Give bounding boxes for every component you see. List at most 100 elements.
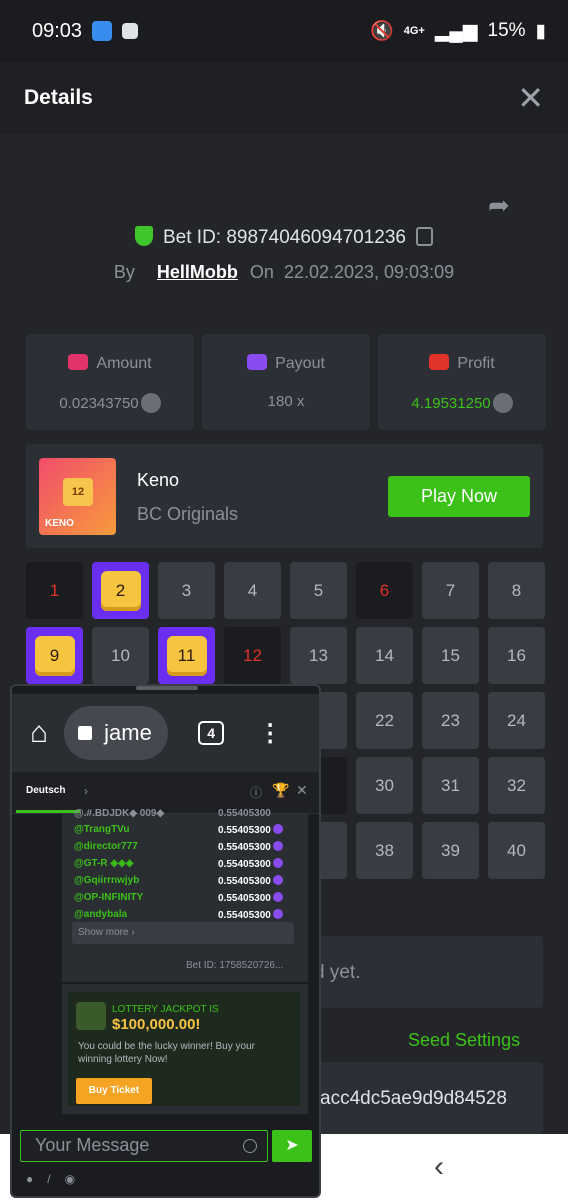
close-icon[interactable]: ✕ xyxy=(517,82,544,114)
keno-cell: 38 xyxy=(356,822,413,879)
leaderboard-bet-id[interactable]: Bet ID: 1758520726... xyxy=(186,960,283,971)
keno-cell: 30 xyxy=(356,757,413,814)
trophy-icon[interactable]: 🏆 xyxy=(272,782,289,799)
details-header: Details ✕ xyxy=(0,62,568,134)
play-now-button[interactable]: Play Now xyxy=(388,476,530,517)
keno-cell: 13 xyxy=(290,627,347,684)
signal-icon: ▂▄▆ xyxy=(434,20,478,42)
chat-tools: ●/◉ xyxy=(26,1172,89,1186)
profit-icon xyxy=(429,354,450,370)
list-item: @GT-R ◈◈◈ 0.55405300 xyxy=(74,858,283,870)
list-item: @Gqiirrnwjyb 0.55405300 xyxy=(74,875,283,887)
server-seed-hash: acc4dc5ae9d9d84528 xyxy=(300,1062,543,1134)
keno-cell: 8 xyxy=(488,562,545,619)
popup-drag-handle[interactable] xyxy=(136,686,198,690)
keno-cell-hit: 11 xyxy=(158,627,215,684)
chevron-right-icon[interactable]: › xyxy=(84,784,88,798)
seed-settings-link[interactable]: Seed Settings xyxy=(408,1030,520,1051)
coin-icon[interactable]: ◉ xyxy=(65,1172,89,1186)
amount-icon xyxy=(68,354,89,370)
show-more-button[interactable]: Show more › xyxy=(72,922,294,944)
copy-icon[interactable] xyxy=(416,227,433,246)
list-item: @TrangTVu 0.55405300 xyxy=(74,824,283,836)
active-tab-underline xyxy=(16,810,80,813)
status-bar: 09:03 🔇 4G+ ▂▄▆ 15% ▮ xyxy=(0,0,568,62)
list-item: @director777 0.55405300 xyxy=(74,841,283,853)
address-bar[interactable]: jame xyxy=(64,706,169,760)
list-item: @OP-INFINITY 0.55405300 xyxy=(74,892,283,904)
keno-cell: 16 xyxy=(488,627,545,684)
message-input[interactable]: Your Message xyxy=(20,1130,268,1162)
payout-icon xyxy=(247,354,268,370)
lottery-banner: LOTTERY JACKPOT IS $100,000.00! You coul… xyxy=(68,992,300,1106)
keno-cell: 12 xyxy=(224,627,281,684)
browser-toolbar: ⌂ jame 4 ⋮ xyxy=(12,694,319,772)
tab-deutsch[interactable]: Deutsch xyxy=(26,785,65,796)
keno-cell: 32 xyxy=(488,757,545,814)
keno-cell: 22 xyxy=(356,692,413,749)
keno-cell: 23 xyxy=(422,692,479,749)
send-icon[interactable]: ➤ xyxy=(272,1130,312,1162)
back-icon[interactable]: ‹ xyxy=(434,1150,444,1184)
profit-label: Profit xyxy=(457,355,495,372)
bet-id-row: Bet ID: 89874046094701236 xyxy=(0,226,568,249)
coin-icon xyxy=(492,393,513,413)
lottery-card: LOTTERY JACKPOT IS $100,000.00! You coul… xyxy=(62,984,308,1114)
slash-icon[interactable]: / xyxy=(47,1172,64,1186)
coin-icon xyxy=(140,393,161,413)
amount-value: 0.02343750 xyxy=(59,395,139,412)
keno-cell: 7 xyxy=(422,562,479,619)
chat-tabs: Deutsch › ⓘ 🏆 ✕ xyxy=(12,772,319,814)
info-icon[interactable]: ⓘ xyxy=(250,784,262,801)
lottery-title: LOTTERY JACKPOT IS xyxy=(112,1004,219,1015)
status-time: 09:03 xyxy=(32,19,83,42)
game-provider: BC Originals xyxy=(137,504,239,524)
keno-cell: 14 xyxy=(356,627,413,684)
keno-thumbnail[interactable]: 12 KENO xyxy=(39,458,116,535)
drop-icon[interactable]: ● xyxy=(26,1172,47,1186)
payout-label: Payout xyxy=(275,355,325,372)
keno-cell-hit: 2 xyxy=(92,562,149,619)
list-item: @andybala 0.55405300 xyxy=(74,909,283,921)
game-card: 12 KENO Keno BC Originals Play Now xyxy=(26,444,543,548)
keno-cell: 1 xyxy=(26,562,83,619)
username-link[interactable]: HellMobb xyxy=(157,262,238,282)
keno-cell: 3 xyxy=(158,562,215,619)
verified-shield-icon xyxy=(135,226,153,246)
cloud-app-icon xyxy=(92,21,113,41)
bet-id: Bet ID: 89874046094701236 xyxy=(163,227,406,248)
keno-cell: 15 xyxy=(422,627,479,684)
keno-cell: 10 xyxy=(92,627,149,684)
game-name: Keno xyxy=(137,470,180,490)
battery-text: 15% xyxy=(487,20,526,41)
browser-popup-window: ⌂ jame 4 ⋮ Deutsch › ⓘ 🏆 ✕ @.#.BDJDK◆ 00… xyxy=(10,684,321,1198)
page-title: Details xyxy=(24,86,93,109)
more-menu-icon[interactable]: ⋮ xyxy=(258,719,282,748)
emoji-icon[interactable] xyxy=(243,1139,257,1153)
network-type: 4G+ xyxy=(403,25,425,37)
thumb-label: KENO xyxy=(45,518,74,529)
leaderboard-card: @.#.BDJDK◆ 009◆ 0.55405300 @TrangTVu 0.554… xyxy=(62,808,308,982)
keno-cell-hit: 9 xyxy=(26,627,83,684)
payout-card: Payout 180 x xyxy=(202,334,370,430)
notification-icon xyxy=(122,23,139,39)
profit-card: Profit 4.19531250 xyxy=(378,334,546,430)
keno-cell: 4 xyxy=(224,562,281,619)
amount-card: Amount 0.02343750 xyxy=(26,334,194,430)
profit-value: 4.19531250 xyxy=(411,395,491,412)
list-item: @.#.BDJDK◆ 009◆ 0.55405300 xyxy=(74,808,271,819)
battery-icon: ▮ xyxy=(535,20,546,42)
lottery-amount: $100,000.00! xyxy=(112,1016,201,1033)
gift-icon xyxy=(76,1002,106,1030)
amount-label: Amount xyxy=(96,355,152,372)
close-icon[interactable]: ✕ xyxy=(296,782,308,799)
tab-count[interactable]: 4 xyxy=(198,721,225,745)
payout-value: 180 x xyxy=(267,393,305,410)
lock-icon xyxy=(78,726,93,740)
home-icon[interactable]: ⌂ xyxy=(30,716,48,750)
keno-cell: 5 xyxy=(290,562,347,619)
buy-ticket-button[interactable]: Buy Ticket xyxy=(76,1078,152,1104)
share-icon[interactable]: ➦ xyxy=(488,190,510,221)
by-label: By xyxy=(113,262,135,282)
mute-icon: 🔇 xyxy=(370,21,394,42)
